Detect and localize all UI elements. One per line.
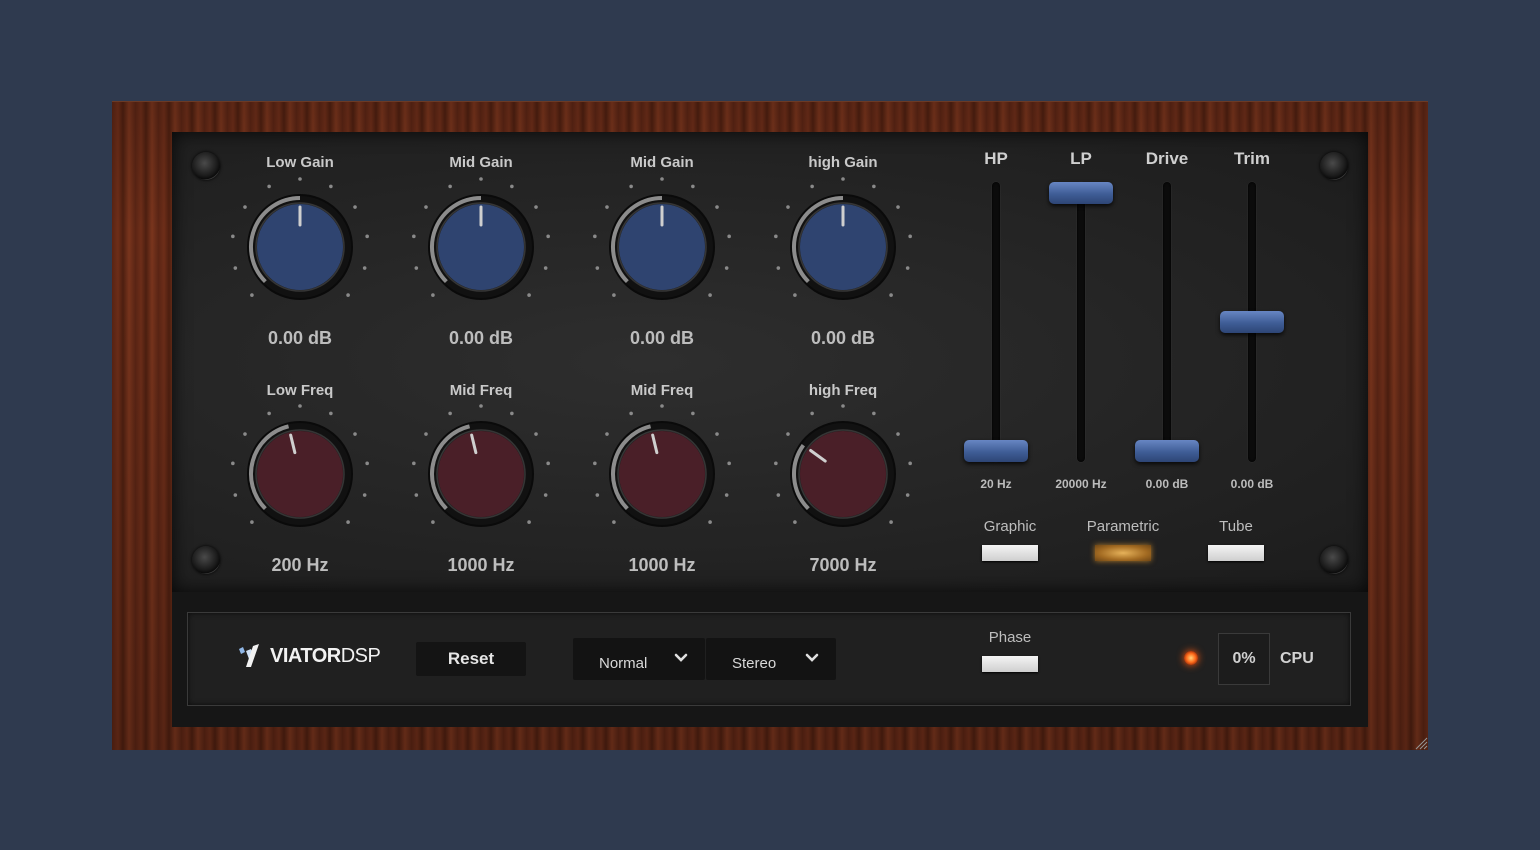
phase-toggle[interactable] <box>982 656 1038 672</box>
reset-button[interactable]: Reset <box>416 642 526 676</box>
slider-thumb-hp[interactable] <box>964 440 1028 462</box>
freq-knob-label: Low Freq <box>266 382 334 399</box>
mode-toggle-parametric[interactable] <box>1095 545 1151 561</box>
plugin-window: Low Gain 0.00 dB Mid Gain 0.00 dB Mid Gain 0.… <box>112 101 1428 750</box>
chevron-down-icon <box>674 653 688 662</box>
viator-logo-icon <box>239 644 259 667</box>
slider-thumb-lp[interactable] <box>1049 182 1113 204</box>
slider-track[interactable] <box>1077 182 1085 462</box>
mode-label-graphic: Graphic <box>983 518 1037 535</box>
gain-knob[interactable] <box>587 172 737 322</box>
gain-knob[interactable] <box>225 172 375 322</box>
slider-thumb-trim[interactable] <box>1220 311 1284 333</box>
freq-knob[interactable] <box>406 399 556 549</box>
screw-icon <box>1320 546 1348 574</box>
gain-knob-value: 0.00 dB <box>267 328 333 348</box>
screw-icon <box>192 152 220 180</box>
gain-knob[interactable] <box>768 172 918 322</box>
logo-brand-text: VIATOR <box>270 644 341 667</box>
gain-knob-value: 0.00 dB <box>810 328 876 348</box>
mode-label-tube: Tube <box>1219 518 1253 535</box>
slider-track[interactable] <box>1163 182 1171 462</box>
freq-knob[interactable] <box>587 399 737 549</box>
mode-dropdown-value: Normal <box>599 655 648 672</box>
mode-dropdown[interactable]: Normal <box>573 638 705 680</box>
slider-value: 0.00 dB <box>1230 477 1274 491</box>
freq-knob-value: 1000 Hz <box>628 555 696 575</box>
cpu-led-indicator <box>1184 651 1198 665</box>
freq-knob-label: Mid Freq <box>449 382 513 399</box>
mode-label-parametric: Parametric <box>1086 518 1160 535</box>
gain-knob-label: Mid Gain <box>630 154 694 171</box>
freq-knob-value: 1000 Hz <box>447 555 515 575</box>
channel-dropdown-value: Stereo <box>732 655 777 672</box>
gain-knob-value: 0.00 dB <box>448 328 514 348</box>
screw-icon <box>192 546 220 574</box>
mode-toggle-tube[interactable] <box>1208 545 1264 561</box>
footer-bar: VIATOR DSP Reset Normal Stereo Phase 0% C… <box>172 592 1368 727</box>
gain-knob-label: Low Gain <box>266 154 334 171</box>
screw-icon <box>1320 152 1348 180</box>
gain-knob-label: Mid Gain <box>449 154 513 171</box>
gain-knob-value: 0.00 dB <box>629 328 695 348</box>
gain-knob[interactable] <box>406 172 556 322</box>
main-panel: Low Gain 0.00 dB Mid Gain 0.00 dB Mid Gain 0.… <box>172 132 1368 592</box>
logo-suffix-text: DSP <box>340 644 381 667</box>
slider-label-lp: LP <box>1070 149 1092 168</box>
cpu-meter-value: 0% <box>1218 633 1270 685</box>
slider-track[interactable] <box>992 182 1000 462</box>
channel-dropdown[interactable]: Stereo <box>706 638 836 680</box>
freq-knob[interactable] <box>768 399 918 549</box>
freq-knob-label: high Freq <box>808 382 878 399</box>
freq-knob-value: 7000 Hz <box>809 555 877 575</box>
slider-value: 20000 Hz <box>1055 477 1107 491</box>
slider-label-trim: Trim <box>1234 149 1270 168</box>
freq-knob-value: 200 Hz <box>271 555 329 575</box>
viator-logo: VIATOR DSP <box>236 643 381 669</box>
phase-label: Phase <box>988 629 1032 646</box>
mode-toggle-graphic[interactable] <box>982 545 1038 561</box>
chevron-down-icon <box>805 653 819 662</box>
resize-handle-icon[interactable] <box>1414 736 1428 750</box>
slider-thumb-drive[interactable] <box>1135 440 1199 462</box>
gain-knob-label: high Gain <box>808 154 878 171</box>
footer-panel: VIATOR DSP Reset Normal Stereo Phase 0% C… <box>187 612 1351 706</box>
freq-knob-label: Mid Freq <box>630 382 694 399</box>
cpu-label: CPU <box>1280 650 1314 667</box>
freq-knob[interactable] <box>225 399 375 549</box>
